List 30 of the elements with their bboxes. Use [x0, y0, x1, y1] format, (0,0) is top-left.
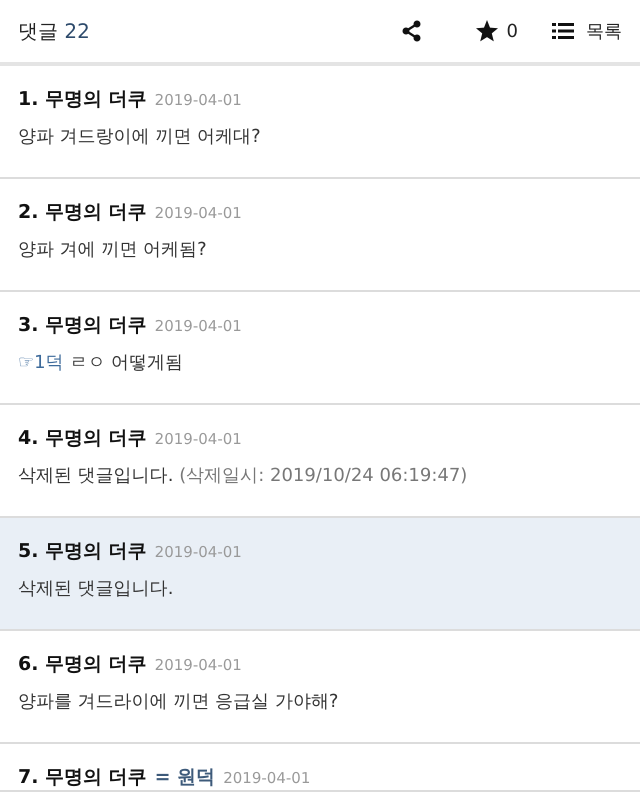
comment-text: 삭제된 댓글입니다.	[18, 578, 174, 599]
comment-date: 2019-04-01	[154, 543, 242, 561]
share-icon[interactable]	[400, 20, 423, 42]
comment-text: ㄹㅇ 어떻게됨	[69, 352, 184, 373]
comment-title: 댓글	[18, 18, 58, 42]
comment-date: 2019-04-01	[154, 317, 242, 335]
comment-date: 2019-04-01	[154, 430, 242, 448]
comment-text: 삭제된 댓글입니다.	[18, 465, 174, 486]
comment-author: 1. 무명의 더쿠	[18, 87, 147, 112]
list-link[interactable]: 목록	[552, 19, 622, 43]
comment-text: 양파를 겨드라이에 끼면 응급실 가야해?	[18, 691, 338, 712]
list-icon	[552, 22, 574, 40]
comment-author: 3. 무명의 더쿠	[18, 313, 147, 338]
comment-text: 양파 겨에 끼면 어케됨?	[18, 239, 207, 260]
comment-text: 양파 겨드랑이에 끼면 어케대?	[18, 126, 261, 147]
comment-date: 2019-04-01	[223, 769, 310, 787]
comment-date: 2019-04-01	[154, 656, 242, 674]
comment-date: 2019-04-01	[154, 204, 242, 222]
comment-author: 4. 무명의 더쿠	[18, 426, 147, 451]
comment-author: 2. 무명의 더쿠	[18, 200, 147, 225]
comment-count: 22	[64, 18, 90, 42]
comment-date: 2019-04-01	[154, 91, 242, 109]
comment-author: 7. 무명의 더쿠	[18, 765, 147, 790]
star-count: 0	[506, 20, 518, 42]
author-tag: = 원덕	[154, 764, 216, 790]
comment-author: 6. 무명의 더쿠	[18, 652, 147, 677]
comment-author: 5. 무명의 더쿠	[18, 539, 147, 564]
deleted-time: (삭제일시: 2019/10/24 06:19:47)	[179, 465, 468, 486]
reply-link[interactable]: ☞1덕	[18, 352, 64, 373]
star-icon[interactable]	[474, 20, 499, 42]
